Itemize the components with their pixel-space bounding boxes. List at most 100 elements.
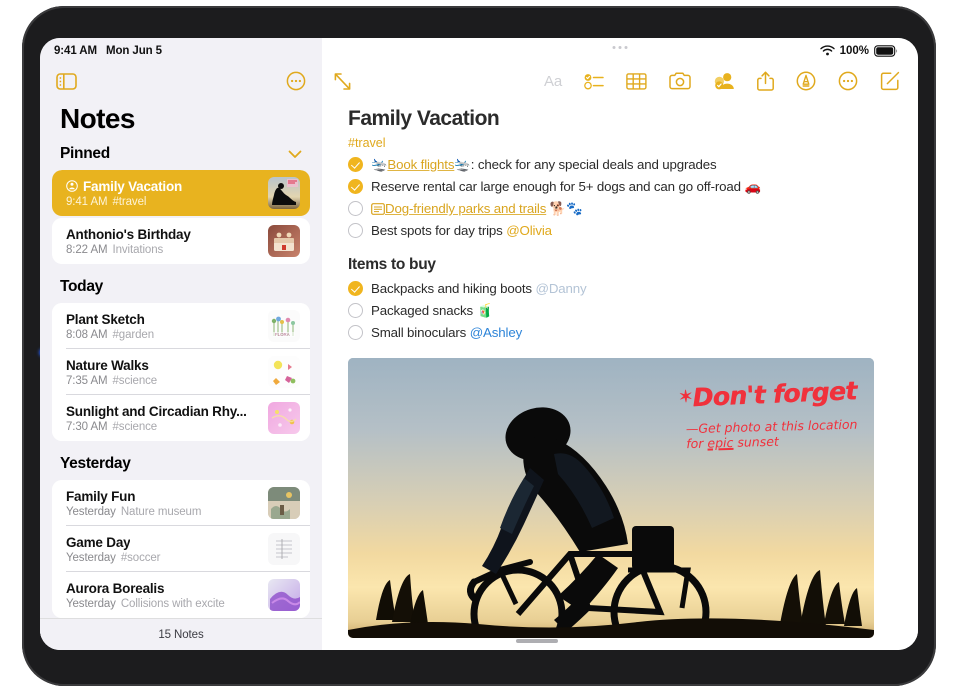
checkbox-checked[interactable] [348,157,363,172]
notes-sidebar: 9:41 AM Mon Jun 5 Notes Pinned Family Va… [40,38,322,650]
note-subtitle: 8:08 AM #garden [66,329,260,341]
list-item[interactable]: Family Vacation 9:41 AM #travel [52,170,310,216]
list-item[interactable]: Nature Walks 7:35 AM #science [52,349,310,395]
checklist-item[interactable]: Dog-friendly parks and trails 🐕🐾 [348,198,892,220]
checkbox-unchecked[interactable] [348,303,363,318]
sidebar-toolbar [40,63,322,99]
more-circle-icon[interactable] [838,71,858,91]
checklist-item[interactable]: Best spots for day trips @Olivia [348,220,892,242]
buy-label: Small binoculars [371,325,467,340]
status-date: Mon Jun 5 [105,44,162,57]
note-meta: #garden [112,328,155,341]
note-subtitle: Yesterday #soccer [66,552,260,564]
section-label: Pinned [60,145,110,162]
chevron-down-icon[interactable] [288,150,302,159]
checkbox-checked[interactable] [348,179,363,194]
checklist-text: 🛬Book flights🛬: check for any special de… [371,156,717,174]
checklist-item[interactable]: 🛬Book flights🛬: check for any special de… [348,154,892,176]
buy-label: Backpacks and hiking boots [371,281,532,296]
note-time: Yesterday [66,597,116,610]
book-flights-link[interactable]: Book flights [387,157,454,172]
camera-icon[interactable] [669,72,691,90]
note-time: 7:30 AM [66,420,108,433]
list-item[interactable]: Aurora Borealis Yesterday Collisions with… [52,572,310,618]
checklist-text: Reserve rental car large enough for 5+ d… [371,178,761,196]
sidebar-toggle-icon[interactable] [56,72,77,90]
note-title: Nature Walks [66,357,149,373]
note-time: 9:41 AM [66,195,108,208]
note-title: Anthonio's Birthday [66,226,191,242]
dog-parks-link[interactable]: Dog-friendly parks and trails [385,201,546,216]
note-thumbnail [268,487,300,519]
note-title: Plant Sketch [66,311,145,327]
buy-list-item[interactable]: Small binoculars @Ashley [348,322,892,344]
note-subtitle: Yesterday Nature museum [66,506,260,518]
home-indicator[interactable] [516,639,724,643]
list-item[interactable]: Game Day Yesterday #soccer [52,526,310,572]
page-title: Notes [60,103,135,134]
note-group-today: Plant Sketch 8:08 AM #garden FLORA Natur… [52,303,310,441]
markup-pen-icon[interactable] [796,71,816,91]
table-icon[interactable] [626,72,647,90]
note-content[interactable]: Family Vacation #travel 🛬Book flights🛬: … [322,99,918,650]
note-subtitle: 8:22 AM Invitations [66,244,260,256]
note-thumbnail [268,225,300,257]
dog-paw-emoji: 🐕🐾 [549,201,583,216]
checklist-icon[interactable] [584,73,604,90]
mention-ashley[interactable]: @Ashley [470,325,523,340]
expand-diagonal-icon[interactable] [332,71,353,92]
battery-percent: 100% [839,44,869,57]
buy-list-text: Packaged snacks 🧃 [371,302,493,320]
embedded-photo[interactable]: ✶Don't forget —Get photo at this locatio… [348,358,874,638]
list-item[interactable]: Family Fun Yesterday Nature museum [52,480,310,526]
list-item[interactable]: Sunlight and Circadian Rhy... 7:30 AM #sc… [52,395,310,441]
juice-box-emoji: 🧃 [476,303,494,318]
note-meta: Collisions with excite [120,597,225,610]
list-item[interactable]: Anthonio's Birthday 8:22 AM Invitations [52,218,310,264]
section-header-today: Today [40,264,322,303]
list-item[interactable]: Plant Sketch 8:08 AM #garden FLORA [52,303,310,349]
buy-label: Packaged snacks [371,303,473,318]
buy-list-item[interactable]: Packaged snacks 🧃 [348,300,892,322]
note-thumbnail [268,579,300,611]
compose-icon[interactable] [880,71,900,91]
buy-list-item[interactable]: Backpacks and hiking boots @Danny [348,278,892,300]
checkbox-unchecked[interactable] [348,325,363,340]
note-detail-pane: 100% Aa Family Vacation #travel 🛬Book fl… [322,38,918,650]
note-toolbar: Aa [322,63,918,99]
mention-danny[interactable]: @Danny [535,281,586,296]
checkbox-unchecked[interactable] [348,223,363,238]
mention-olivia[interactable]: @Olivia [506,223,552,238]
checklist-text: Best spots for day trips @Olivia [371,222,552,240]
notes-list[interactable]: Pinned Family Vacation 9:41 AM #travel A… [40,141,322,618]
note-group-pinned: Family Vacation 9:41 AM #travel Anthonio… [52,170,310,264]
checkbox-unchecked[interactable] [348,201,363,216]
note-group-yesterday: Family Fun Yesterday Nature museum Game … [52,480,310,618]
sidebar-more-circle-icon[interactable] [286,71,306,91]
notes-count-footer: 15 Notes [40,618,322,650]
section-header-yesterday: Yesterday [40,441,322,480]
format-text-button[interactable]: Aa [544,73,562,90]
note-thumbnail [268,177,300,209]
share-icon[interactable] [757,71,774,91]
car-emoji: 🚗 [744,179,761,194]
note-meta: #travel [112,195,147,208]
note-meta: Nature museum [120,505,202,518]
window-drag-handle[interactable] [612,46,628,49]
section-label: Today [60,278,103,295]
note-time: 8:08 AM [66,328,108,341]
section-label: Yesterday [60,455,131,472]
note-title: Sunlight and Circadian Rhy... [66,403,247,419]
note-meta: #science [112,374,158,387]
note-tag[interactable]: #travel [348,136,892,150]
wifi-icon [819,45,835,56]
items-to-buy-heading: Items to buy [348,256,436,273]
airplane-emoji: 🛬 [371,157,388,172]
checkbox-checked[interactable] [348,281,363,296]
add-people-icon[interactable] [713,72,735,90]
note-thumbnail [268,402,300,434]
checklist-item[interactable]: Reserve rental car large enough for 5+ d… [348,176,892,198]
note-thumbnail: FLORA [268,310,300,342]
note-subtitle: 7:30 AM #science [66,421,260,433]
note-time: Yesterday [66,505,116,518]
